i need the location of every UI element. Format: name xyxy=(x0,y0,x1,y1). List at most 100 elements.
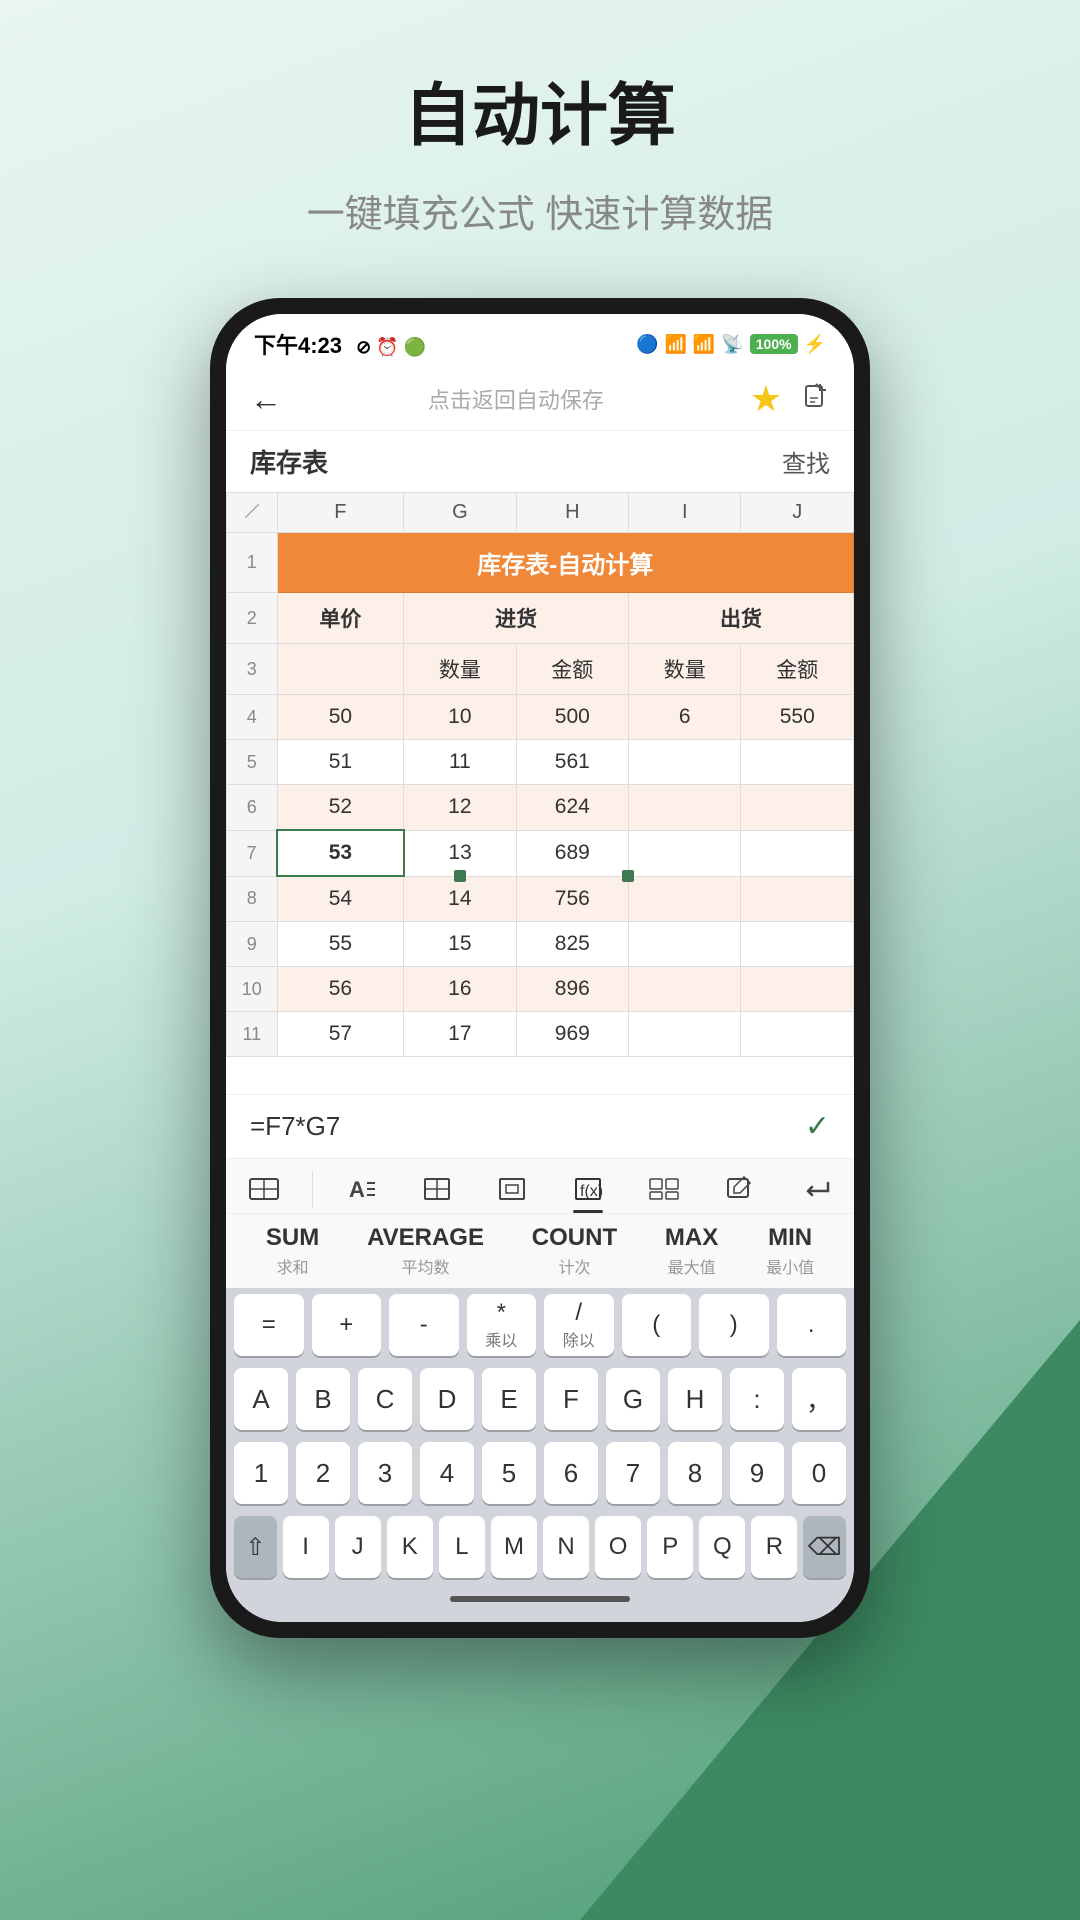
col-h-header: H xyxy=(516,493,628,533)
function-row: SUM 求和 AVERAGE 平均数 COUNT 计次 MAX 最大值 MIN … xyxy=(226,1213,854,1288)
formula-bar: =F7*G7 ✓ xyxy=(226,1094,854,1158)
func-sum-button[interactable]: SUM 求和 xyxy=(266,1224,319,1278)
toolbar-edit-icon[interactable] xyxy=(712,1171,768,1207)
selected-cell[interactable]: 53 xyxy=(277,830,404,876)
toolbar-text-icon[interactable]: A xyxy=(333,1171,389,1207)
row-num-3: 3 xyxy=(227,644,278,695)
key-n[interactable]: N xyxy=(543,1516,589,1578)
toolbar-enter-icon[interactable] xyxy=(788,1171,844,1207)
key-r[interactable]: R xyxy=(751,1516,797,1578)
func-max-button[interactable]: MAX 最大值 xyxy=(665,1224,718,1278)
key-c[interactable]: C xyxy=(358,1368,412,1430)
toolbar-cell-icon[interactable] xyxy=(484,1171,540,1207)
export-icon[interactable] xyxy=(802,382,830,417)
key-6[interactable]: 6 xyxy=(544,1442,598,1504)
col-i-header: I xyxy=(629,493,741,533)
row-num-1: 1 xyxy=(227,533,278,593)
phone-screen: 下午4:23 ⊘ ⏰ 🟢 🔵 📶 📶 📡 100% ⚡ ← 点击返回自动保存 ★ xyxy=(226,314,854,1622)
key-q[interactable]: Q xyxy=(699,1516,745,1578)
key-p[interactable]: P xyxy=(647,1516,693,1578)
title-cell: 库存表-自动计算 xyxy=(277,533,853,593)
key-h[interactable]: H xyxy=(668,1368,722,1430)
keyboard: = + - * 乘以 / 除以 ( ) . A B C D xyxy=(226,1288,854,1622)
key-2[interactable]: 2 xyxy=(296,1442,350,1504)
key-l[interactable]: L xyxy=(439,1516,485,1578)
home-bar xyxy=(450,1596,630,1602)
table-row: 4 50 10 500 6 550 xyxy=(227,695,854,740)
key-close-paren[interactable]: ) xyxy=(699,1294,769,1356)
key-7[interactable]: 7 xyxy=(606,1442,660,1504)
key-3[interactable]: 3 xyxy=(358,1442,412,1504)
key-m[interactable]: M xyxy=(491,1516,537,1578)
func-count-button[interactable]: COUNT 计次 xyxy=(532,1224,617,1278)
status-icons: 🔵 📶 📶 📡 100% ⚡ xyxy=(636,334,826,355)
key-backspace[interactable]: ⌫ xyxy=(803,1516,846,1578)
toolbar-grid-icon[interactable] xyxy=(409,1171,465,1207)
table-row: 3 数量 金额 数量 金额 xyxy=(227,644,854,695)
letter-row-1: A B C D E F G H : ， xyxy=(226,1362,854,1436)
key-k[interactable]: K xyxy=(387,1516,433,1578)
spreadsheet-container: F G H I J 1 库存表-自动计算 xyxy=(226,492,854,1094)
table-row: 2 单价 进货 出货 xyxy=(227,593,854,644)
cell-h3: 金额 xyxy=(516,644,628,695)
table-row: 5 51 11 561 xyxy=(227,740,854,785)
toolbar-format-icon[interactable] xyxy=(236,1171,292,1207)
column-header-row: F G H I J xyxy=(227,493,854,533)
key-g[interactable]: G xyxy=(606,1368,660,1430)
status-bar: 下午4:23 ⊘ ⏰ 🟢 🔵 📶 📶 📡 100% ⚡ xyxy=(226,314,854,368)
cell-f2[interactable]: 单价 xyxy=(277,593,404,644)
data-table: F G H I J 1 库存表-自动计算 xyxy=(226,492,854,1057)
number-row: 1 2 3 4 5 6 7 8 9 0 xyxy=(226,1436,854,1510)
formula-confirm-button[interactable]: ✓ xyxy=(805,1109,830,1144)
key-o[interactable]: O xyxy=(595,1516,641,1578)
func-min-button[interactable]: MIN 最小值 xyxy=(766,1224,814,1278)
key-shift[interactable]: ⇧ xyxy=(234,1516,277,1578)
key-j[interactable]: J xyxy=(335,1516,381,1578)
formula-text[interactable]: =F7*G7 xyxy=(250,1111,340,1142)
star-icon[interactable]: ★ xyxy=(750,378,782,420)
home-indicator xyxy=(226,1584,854,1622)
nav-bar: ← 点击返回自动保存 ★ xyxy=(226,368,854,431)
col-g-header: G xyxy=(404,493,516,533)
key-plus[interactable]: + xyxy=(312,1294,382,1356)
key-1[interactable]: 1 xyxy=(234,1442,288,1504)
key-4[interactable]: 4 xyxy=(420,1442,474,1504)
func-average-button[interactable]: AVERAGE 平均数 xyxy=(367,1224,484,1278)
key-dot[interactable]: . xyxy=(777,1294,847,1356)
key-d[interactable]: D xyxy=(420,1368,474,1430)
key-5[interactable]: 5 xyxy=(482,1442,536,1504)
key-e[interactable]: E xyxy=(482,1368,536,1430)
svg-text:f(x): f(x) xyxy=(580,1183,603,1200)
key-multiply[interactable]: * 乘以 xyxy=(467,1294,537,1356)
toolbar-function-icon[interactable]: f(x) xyxy=(560,1171,616,1207)
sheet-name: 库存表 xyxy=(250,443,328,480)
key-8[interactable]: 8 xyxy=(668,1442,722,1504)
key-9[interactable]: 9 xyxy=(730,1442,784,1504)
page-subtitle: 一键填充公式 快速计算数据 xyxy=(307,183,774,238)
key-a[interactable]: A xyxy=(234,1368,288,1430)
letter-row-2: ⇧ I J K L M N O P Q R ⌫ xyxy=(226,1510,854,1584)
key-colon[interactable]: : xyxy=(730,1368,784,1430)
cell-j3: 金额 xyxy=(741,644,854,695)
table-row: 1 库存表-自动计算 xyxy=(227,533,854,593)
key-minus[interactable]: - xyxy=(389,1294,459,1356)
cell-i2: 出货 xyxy=(629,593,854,644)
toolbar-table-icon[interactable] xyxy=(636,1171,692,1207)
back-button[interactable]: ← xyxy=(250,381,282,418)
spreadsheet: F G H I J 1 库存表-自动计算 xyxy=(226,492,854,1094)
row-num-2: 2 xyxy=(227,593,278,644)
corner-cell xyxy=(227,493,278,533)
key-comma[interactable]: ， xyxy=(792,1368,846,1430)
table-row: 6 52 12 624 xyxy=(227,785,854,831)
key-f[interactable]: F xyxy=(544,1368,598,1430)
key-i[interactable]: I xyxy=(283,1516,329,1578)
page-title: 自动计算 xyxy=(404,60,676,159)
find-button[interactable]: 查找 xyxy=(782,444,830,479)
key-equals[interactable]: = xyxy=(234,1294,304,1356)
nav-center-text: 点击返回自动保存 xyxy=(428,383,604,415)
cell-g2: 进货 xyxy=(404,593,629,644)
key-0[interactable]: 0 xyxy=(792,1442,846,1504)
key-divide[interactable]: / 除以 xyxy=(544,1294,614,1356)
key-b[interactable]: B xyxy=(296,1368,350,1430)
key-open-paren[interactable]: ( xyxy=(622,1294,692,1356)
